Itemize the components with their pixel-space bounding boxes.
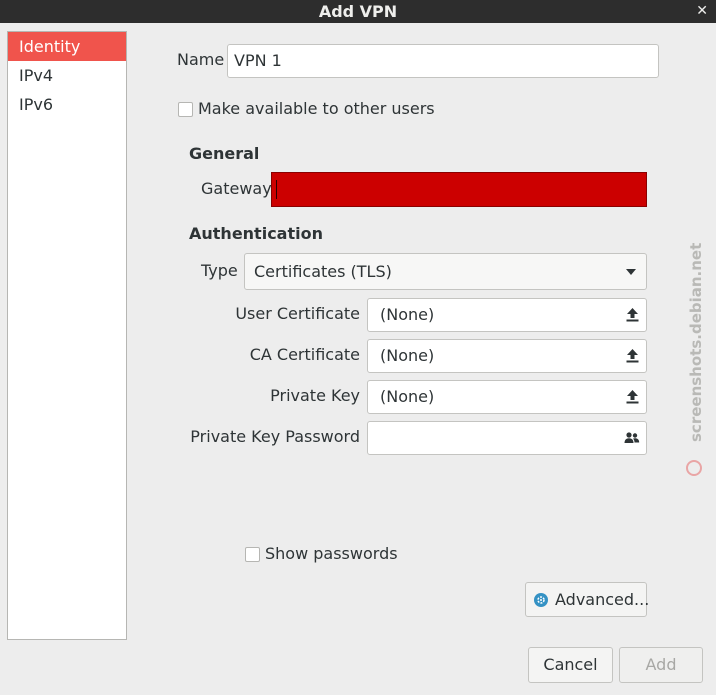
- sidebar-item-ipv4[interactable]: IPv4: [8, 61, 126, 90]
- type-label: Type: [201, 261, 238, 280]
- authentication-heading: Authentication: [189, 224, 323, 243]
- type-dropdown-value: Certificates (TLS): [254, 262, 392, 281]
- gateway-label: Gateway: [201, 179, 272, 198]
- advanced-button-label: Advanced...: [555, 590, 650, 609]
- private-key-password-label: Private Key Password: [190, 427, 360, 446]
- text-cursor: [276, 180, 277, 199]
- title-bar: Add VPN ✕: [0, 0, 716, 23]
- gear-icon: [534, 593, 548, 607]
- user-certificate-chooser[interactable]: (None): [367, 298, 647, 332]
- upload-arrow-icon[interactable]: [618, 340, 646, 372]
- share-label: Make available to other users: [198, 99, 435, 118]
- upload-arrow-icon[interactable]: [618, 299, 646, 331]
- private-key-label: Private Key: [270, 386, 360, 405]
- sidebar-item-identity[interactable]: Identity: [8, 32, 126, 61]
- ca-certificate-label: CA Certificate: [249, 345, 360, 364]
- upload-arrow-icon[interactable]: [618, 381, 646, 413]
- name-field[interactable]: VPN 1: [227, 44, 659, 78]
- ca-certificate-value: (None): [380, 346, 435, 365]
- user-certificate-label: User Certificate: [235, 304, 360, 323]
- general-heading: General: [189, 144, 260, 163]
- show-passwords-checkbox[interactable]: [245, 547, 260, 562]
- sidebar-item-ipv6[interactable]: IPv6: [8, 90, 126, 119]
- ca-certificate-chooser[interactable]: (None): [367, 339, 647, 373]
- name-label: Name: [177, 50, 225, 69]
- private-key-chooser[interactable]: (None): [367, 380, 647, 414]
- gateway-field[interactable]: [271, 172, 647, 207]
- share-checkbox[interactable]: [178, 102, 193, 117]
- add-button[interactable]: Add: [619, 647, 703, 683]
- cancel-button[interactable]: Cancel: [528, 647, 613, 683]
- user-certificate-value: (None): [380, 305, 435, 324]
- type-dropdown[interactable]: Certificates (TLS): [244, 253, 647, 290]
- window-title: Add VPN: [318, 2, 398, 21]
- chevron-down-icon: [626, 269, 636, 275]
- show-passwords-label: Show passwords: [265, 544, 398, 563]
- private-key-value: (None): [380, 387, 435, 406]
- sidebar: Identity IPv4 IPv6: [7, 31, 127, 640]
- close-icon[interactable]: ✕: [696, 0, 708, 23]
- users-icon[interactable]: [618, 422, 646, 454]
- private-key-password-field[interactable]: [367, 421, 647, 455]
- watermark-text: screenshots.debian.net: [687, 242, 705, 442]
- advanced-button[interactable]: Advanced...: [525, 582, 650, 617]
